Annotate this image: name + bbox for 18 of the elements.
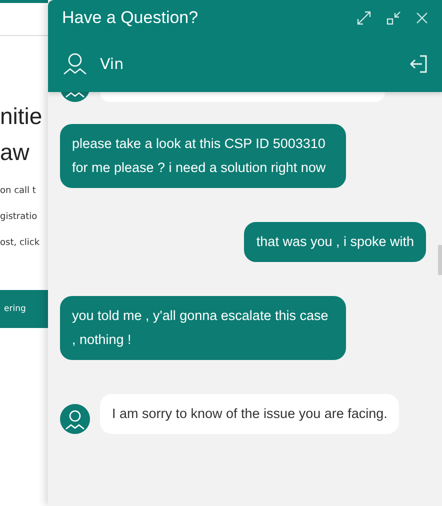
agent-name: Vin [100, 55, 125, 73]
user-message: please take a look at this CSP ID 5003310 for me please ? i need a solution right now [60, 124, 346, 188]
minimize-icon[interactable] [386, 10, 402, 26]
page-heading: aw [0, 138, 30, 167]
agent-icon [62, 51, 88, 77]
close-icon[interactable] [416, 12, 428, 24]
page-button[interactable]: ering [0, 290, 48, 328]
user-message: that was you , i spoke with [244, 222, 426, 262]
page-text: gistratio [0, 211, 38, 224]
agent-avatar-icon [60, 404, 90, 434]
page-text: ost, click [0, 237, 41, 250]
expand-icon[interactable] [356, 10, 372, 26]
chat-title: Have a Question? [62, 8, 200, 28]
exit-icon[interactable] [408, 54, 428, 74]
agent-message: I am sorry to know of the issue you are facing. [100, 394, 400, 434]
page-heading: nitie [0, 102, 44, 131]
page-text: on call t [0, 185, 37, 198]
user-message: you told me , y'all gonna escalate this case , nothing ! [60, 296, 346, 360]
